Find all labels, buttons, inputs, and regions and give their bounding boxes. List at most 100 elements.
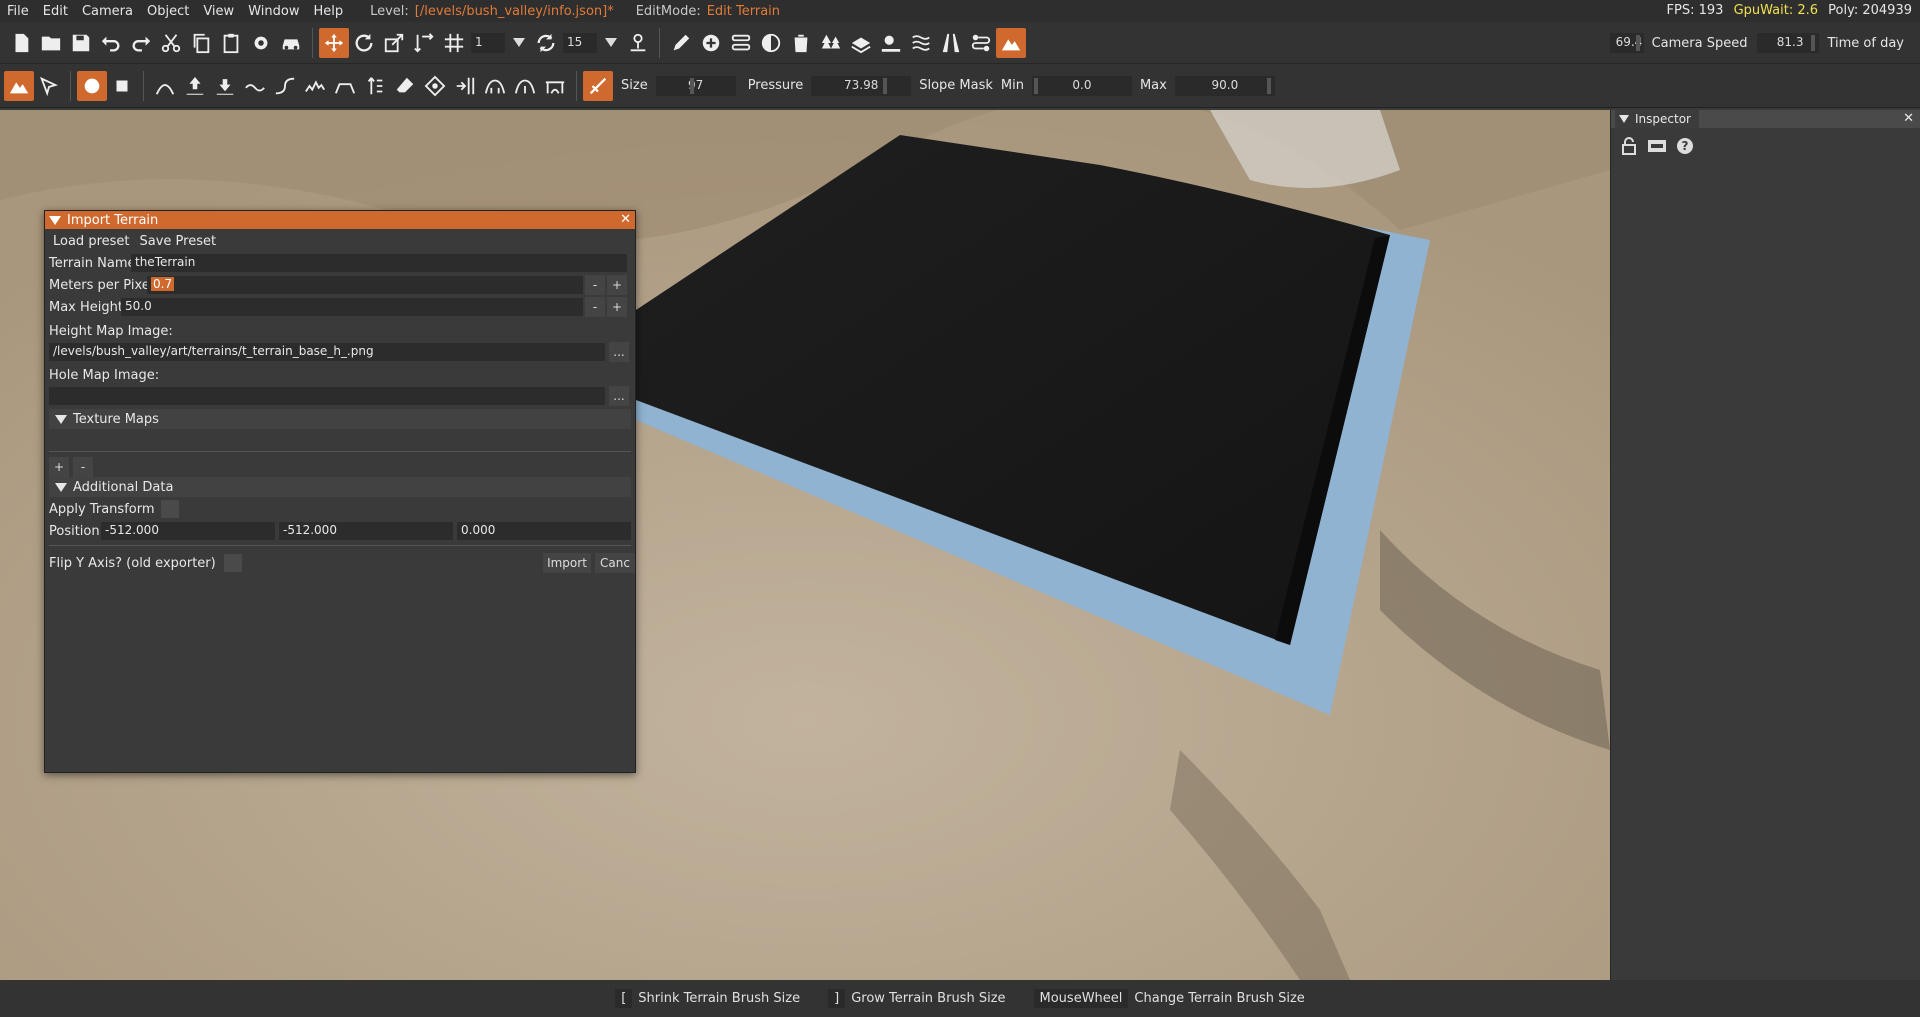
collapse-triangle-icon[interactable]: [1619, 115, 1629, 123]
flatten-icon[interactable]: [330, 71, 360, 101]
open-folder-icon[interactable]: [36, 28, 66, 58]
snap-value-field[interactable]: 1: [471, 32, 505, 53]
menu-window[interactable]: Window: [241, 4, 306, 19]
rotation-snap-icon[interactable]: [531, 28, 561, 58]
terrain-select-icon[interactable]: [34, 71, 64, 101]
set-height-icon[interactable]: [360, 71, 390, 101]
add-circle-icon[interactable]: [696, 28, 726, 58]
paste-icon[interactable]: [216, 28, 246, 58]
load-preset-button[interactable]: Load preset: [53, 234, 130, 249]
clear-icon[interactable]: [390, 71, 420, 101]
meters-per-pixel-decrement[interactable]: -: [585, 275, 605, 295]
lock-icon[interactable]: [1619, 136, 1639, 156]
lower-height-icon[interactable]: [210, 71, 240, 101]
mountain-icon-a[interactable]: [480, 71, 510, 101]
world-local-icon[interactable]: [409, 28, 439, 58]
max-height-input[interactable]: 50.0: [121, 298, 583, 316]
position-z-input[interactable]: 0.000: [457, 522, 631, 540]
raise-height-icon[interactable]: [180, 71, 210, 101]
help-icon[interactable]: ?: [1675, 136, 1695, 156]
close-icon[interactable]: ✕: [1903, 111, 1914, 126]
rotation-snap-field[interactable]: 15: [563, 32, 597, 53]
terrain-lift-icon[interactable]: [150, 71, 180, 101]
menu-view[interactable]: View: [196, 4, 241, 19]
menu-file[interactable]: File: [0, 4, 36, 19]
noise-icon[interactable]: [300, 71, 330, 101]
undo-icon[interactable]: [96, 28, 126, 58]
mountain-icon-b[interactable]: [510, 71, 540, 101]
meters-per-pixel-increment[interactable]: +: [607, 275, 627, 295]
slope-max-knob[interactable]: [1266, 77, 1271, 94]
save-icon[interactable]: [66, 28, 96, 58]
cancel-button[interactable]: Canc: [595, 553, 635, 573]
fov-slider[interactable]: 69.4: [1609, 33, 1644, 53]
max-height-decrement[interactable]: -: [585, 297, 605, 317]
scale-gizmo-icon[interactable]: [379, 28, 409, 58]
terrain-layer-icon[interactable]: [846, 28, 876, 58]
new-file-icon[interactable]: [6, 28, 36, 58]
slope-max-slider[interactable]: 90.0: [1174, 75, 1275, 96]
forest-icon[interactable]: [816, 28, 846, 58]
slope-min-knob[interactable]: [1033, 77, 1038, 94]
hole-map-path-input[interactable]: [49, 387, 605, 405]
smooth-slope-icon[interactable]: [270, 71, 300, 101]
grid-snap-icon[interactable]: [439, 28, 469, 58]
redo-icon[interactable]: [126, 28, 156, 58]
menu-object[interactable]: Object: [140, 4, 196, 19]
cut-icon[interactable]: [156, 28, 186, 58]
square-brush-icon[interactable]: [107, 71, 137, 101]
position-y-input[interactable]: -512.000: [279, 522, 453, 540]
flip-y-checkbox[interactable]: [223, 554, 242, 572]
bridge-icon[interactable]: [540, 71, 570, 101]
meters-per-pixel-input[interactable]: 0.7: [147, 276, 583, 294]
save-preset-button[interactable]: Save Preset: [140, 234, 217, 249]
pencil-icon[interactable]: [666, 28, 696, 58]
size-slider-knob[interactable]: [689, 77, 694, 94]
drop-to-ground-icon[interactable]: [623, 28, 653, 58]
slope-min-slider[interactable]: 0.0: [1031, 75, 1132, 96]
navigation-icon[interactable]: [966, 28, 996, 58]
add-texture-map-button[interactable]: +: [49, 457, 69, 477]
trash-icon[interactable]: [786, 28, 816, 58]
additional-data-section-header[interactable]: Additional Data: [49, 477, 631, 497]
dialog-titlebar[interactable]: Import Terrain ✕: [45, 211, 635, 229]
max-height-increment[interactable]: +: [607, 297, 627, 317]
paint-hole-icon[interactable]: [420, 71, 450, 101]
settings-gear-icon[interactable]: [246, 28, 276, 58]
terrain-editor-icon[interactable]: [996, 27, 1026, 58]
camera-speed-knob[interactable]: [1811, 35, 1816, 51]
camera-speed-slider[interactable]: 81.3: [1757, 33, 1820, 53]
hole-map-browse-button[interactable]: ...: [609, 386, 629, 406]
material-icon[interactable]: [756, 28, 786, 58]
menu-help[interactable]: Help: [306, 4, 350, 19]
vehicle-icon[interactable]: [276, 28, 306, 58]
road-spline-icon[interactable]: [726, 28, 756, 58]
height-map-path-input[interactable]: /levels/bush_valley/art/terrains/t_terra…: [49, 343, 605, 361]
size-slider[interactable]: 97: [655, 75, 736, 96]
rotation-dropdown-icon[interactable]: [605, 38, 617, 47]
river-icon[interactable]: [906, 28, 936, 58]
mesh-road-icon[interactable]: [936, 28, 966, 58]
close-icon[interactable]: ✕: [620, 212, 631, 227]
snap-dropdown-icon[interactable]: [513, 38, 525, 47]
texture-maps-section-header[interactable]: Texture Maps: [49, 409, 631, 429]
erosion-icon[interactable]: [450, 71, 480, 101]
position-x-input[interactable]: -512.000: [101, 522, 275, 540]
remove-texture-map-button[interactable]: -: [73, 457, 93, 477]
decal-icon[interactable]: [876, 28, 906, 58]
apply-transform-checkbox[interactable]: [160, 500, 179, 518]
terrain-brush-icon[interactable]: [4, 70, 34, 101]
new-window-icon[interactable]: [1647, 136, 1667, 156]
import-button[interactable]: Import: [543, 553, 591, 573]
height-map-browse-button[interactable]: ...: [609, 342, 629, 362]
circle-brush-icon[interactable]: [77, 70, 107, 101]
menu-camera[interactable]: Camera: [75, 4, 140, 19]
move-gizmo-icon[interactable]: [319, 27, 349, 58]
brush-settings-icon[interactable]: [583, 70, 613, 101]
collapse-triangle-icon[interactable]: [55, 414, 67, 424]
fov-slider-knob[interactable]: [1635, 35, 1640, 51]
inspector-tab[interactable]: Inspector: [1615, 110, 1699, 128]
copy-icon[interactable]: [186, 28, 216, 58]
pressure-slider-knob[interactable]: [883, 77, 888, 94]
collapse-triangle-icon[interactable]: [55, 482, 67, 492]
